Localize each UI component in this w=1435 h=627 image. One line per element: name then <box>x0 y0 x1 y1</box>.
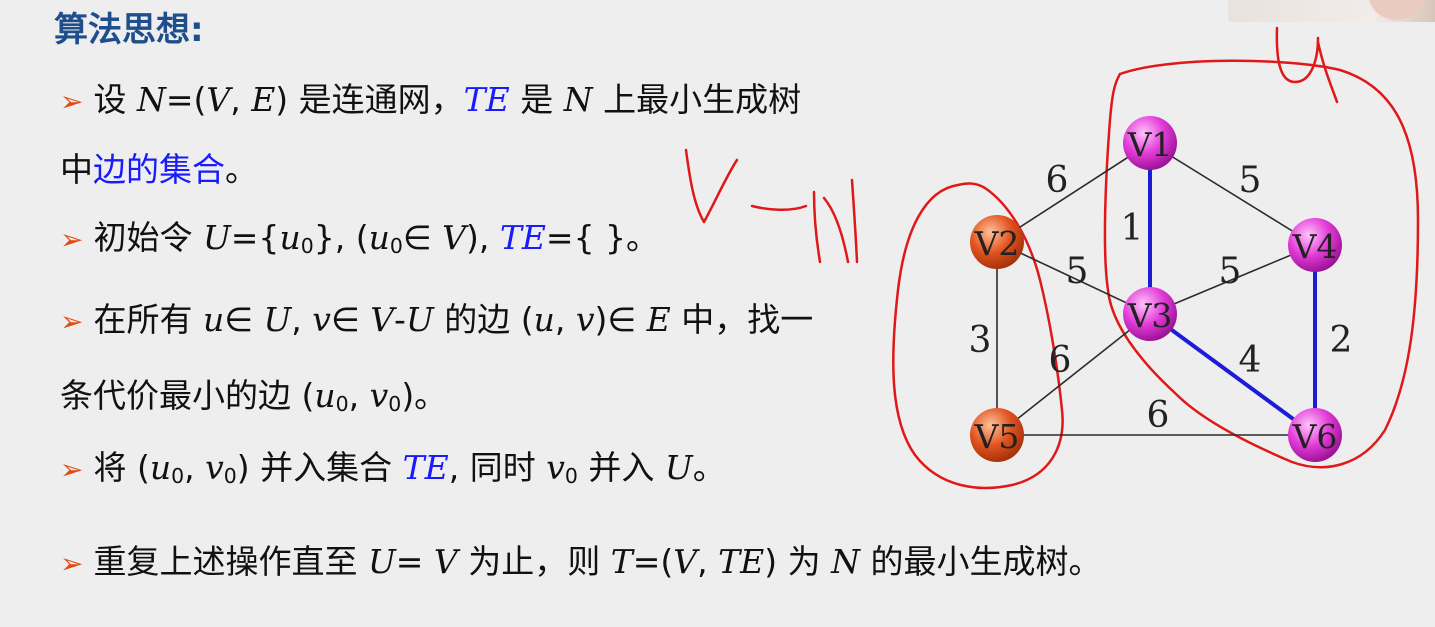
weight-v3-v5: 6 <box>1049 340 1072 381</box>
svg-text:V4: V4 <box>1292 227 1338 266</box>
handwritten-v-minus-u <box>684 148 859 264</box>
vertex-v4: V4 <box>1288 218 1342 272</box>
weight-v4-v6: 2 <box>1330 320 1353 361</box>
vertex-v3: V3 <box>1123 287 1177 341</box>
weight-v2-v5: 3 <box>969 320 992 361</box>
svg-text:V3: V3 <box>1127 296 1173 335</box>
vertex-v1: V1 <box>1123 116 1177 170</box>
svg-text:V6: V6 <box>1292 417 1338 456</box>
weight-v1-v2: 6 <box>1046 160 1069 201</box>
svg-text:V1: V1 <box>1127 125 1173 164</box>
svg-text:V2: V2 <box>974 224 1020 263</box>
graph-diagram: 6 5 1 5 5 3 2 6 4 6 V1 V2 V3 V4 V5 V6 <box>684 26 1420 490</box>
vertex-v2: V2 <box>970 215 1024 269</box>
weight-v3-v6: 4 <box>1239 340 1262 381</box>
weight-v3-v4: 5 <box>1219 251 1242 292</box>
weight-v5-v6: 6 <box>1147 395 1170 436</box>
edge-v1-v4 <box>1149 142 1316 246</box>
weight-v2-v3: 5 <box>1066 251 1089 292</box>
tree-edge-v3-v6 <box>1148 312 1317 437</box>
vertex-v5: V5 <box>970 408 1024 462</box>
weight-v1-v3: 1 <box>1121 208 1144 249</box>
weight-v1-v4: 5 <box>1239 160 1262 201</box>
svg-text:V5: V5 <box>974 417 1020 456</box>
vertex-v6: V6 <box>1288 408 1342 462</box>
